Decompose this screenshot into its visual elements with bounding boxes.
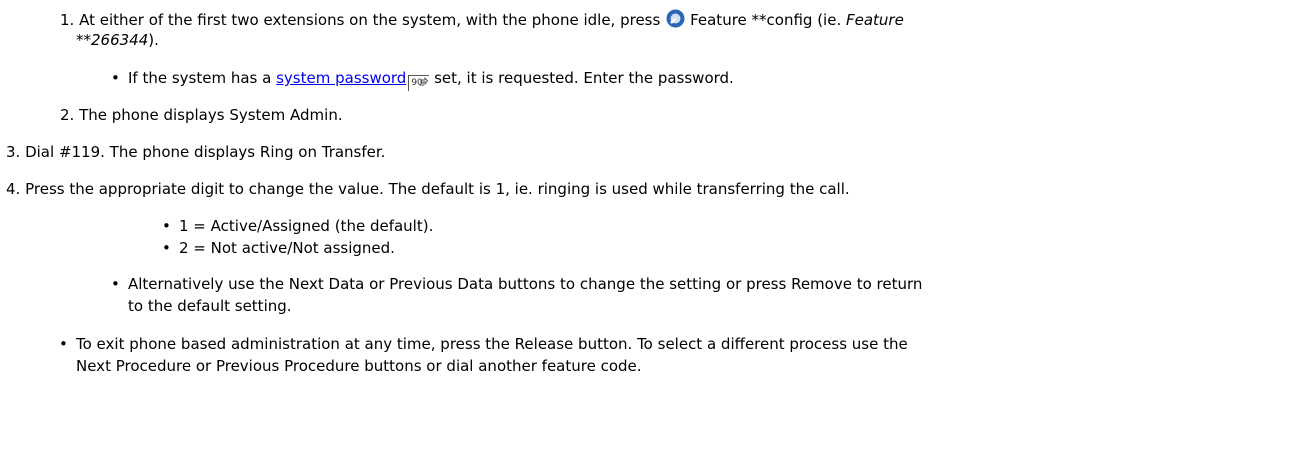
step-1-text: At either of the first two extensions on… xyxy=(79,11,666,29)
exit-bullet-cont: Next Procedure or Previous Procedure but… xyxy=(76,356,642,376)
sub-bullet-text-a: If the system has a xyxy=(128,69,277,87)
step-2-number: 2. xyxy=(60,106,75,124)
alt-line-1: Alternatively use the Next Data or Previ… xyxy=(128,275,923,293)
step-2: 2. The phone displays System Admin. xyxy=(60,105,343,125)
step-1-cont: **266344). xyxy=(76,30,159,50)
step-4: 4. Press the appropriate digit to change… xyxy=(6,179,850,199)
sub-bullet-password: If the system has a system password90 se… xyxy=(111,68,734,91)
step-3-number: 3. xyxy=(6,143,21,161)
option-item: 2 = Not active/Not assigned. xyxy=(162,238,395,258)
option-2-text: 2 = Not active/Not assigned. xyxy=(179,239,395,257)
system-password-link[interactable]: system password xyxy=(276,69,406,87)
option-1-text: 1 = Active/Assigned (the default). xyxy=(179,217,434,235)
alt-line-2: to the default setting. xyxy=(128,297,292,315)
step-1-italic-code: **266344 xyxy=(76,31,149,49)
exit-bullet: To exit phone based administration at an… xyxy=(59,334,908,354)
step-4-number: 4. xyxy=(6,180,21,198)
option-item: 1 = Active/Assigned (the default). xyxy=(162,216,434,236)
step-2-text: The phone displays System Admin. xyxy=(79,106,343,124)
exit-line-2: Next Procedure or Previous Procedure but… xyxy=(76,357,642,375)
feature-button-icon xyxy=(665,8,686,29)
step-1-feature-text: Feature **config (ie. xyxy=(690,11,846,29)
step-4-text: Press the appropriate digit to change th… xyxy=(25,180,850,198)
page-ref-icon xyxy=(420,77,429,86)
step-3-text: Dial #119. The phone displays Ring on Tr… xyxy=(25,143,386,161)
page-ref-link[interactable]: 90 xyxy=(408,75,430,91)
alt-bullet: Alternatively use the Next Data or Previ… xyxy=(111,274,923,294)
step-3: 3. Dial #119. The phone displays Ring on… xyxy=(6,142,385,162)
step-1-end: ). xyxy=(148,31,159,49)
alt-bullet-cont: to the default setting. xyxy=(128,296,292,316)
step-1: 1. At either of the first two extensions… xyxy=(60,8,904,30)
sub-bullet-text-b: set, it is requested. Enter the password… xyxy=(429,69,734,87)
step-1-number: 1. xyxy=(60,11,75,29)
exit-line-1: To exit phone based administration at an… xyxy=(76,335,908,353)
step-1-italic-feature: Feature xyxy=(845,11,904,29)
